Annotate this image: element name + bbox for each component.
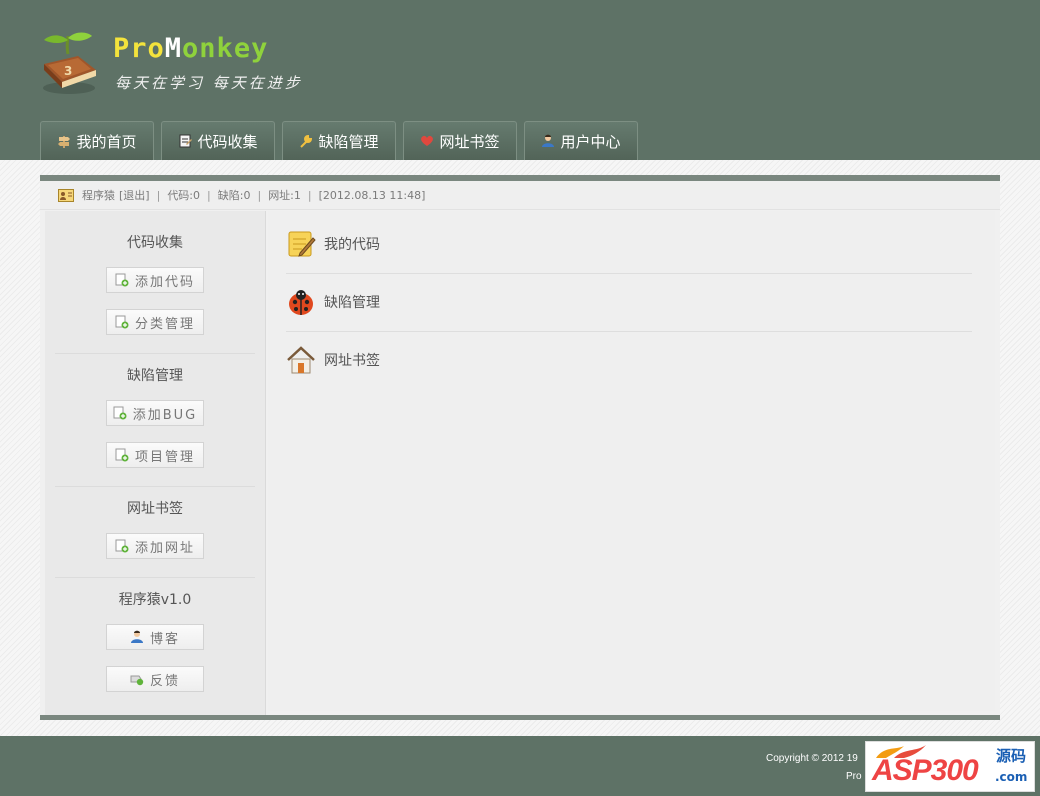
sidebar-section-about: 程序猿v1.0 博客 反馈 bbox=[45, 578, 265, 692]
add-code-label: 添加代码 bbox=[134, 274, 195, 290]
ladybug-icon bbox=[286, 287, 316, 317]
feedback-button[interactable]: 反馈 bbox=[106, 666, 204, 692]
tab-home[interactable]: 我的首页 bbox=[40, 121, 154, 160]
panel-bottom-rule bbox=[40, 715, 1000, 720]
book-sprout-logo-icon: 3 bbox=[43, 32, 96, 94]
sidebar-section-bugs: 缺陷管理 添加BUG 项目管理 bbox=[45, 354, 265, 487]
blog-button[interactable]: 博客 bbox=[106, 624, 204, 650]
status-bar: 程序猿 [退出] | 代码:0 | 缺陷:0 | 网址:1 | [2012.08… bbox=[40, 181, 1000, 210]
sidebar-section-code: 代码收集 添加代码 分类管理 bbox=[45, 211, 265, 354]
user-icon bbox=[541, 134, 555, 148]
id-card-icon bbox=[58, 188, 74, 202]
project-manage-button[interactable]: 项目管理 bbox=[106, 442, 204, 468]
sidebar-section-title: 程序猿v1.0 bbox=[118, 592, 192, 608]
status-bug-count: 缺陷:0 bbox=[217, 189, 251, 202]
app-title-part3: onkey bbox=[182, 33, 269, 64]
category-manage-label: 分类管理 bbox=[134, 316, 195, 332]
tab-bookmarks[interactable]: 网址书签 bbox=[403, 121, 517, 160]
tab-bookmarks-label: 网址书签 bbox=[439, 132, 500, 151]
notepad-icon bbox=[178, 134, 193, 148]
add-bug-label: 添加BUG bbox=[132, 407, 198, 423]
status-datetime: [2012.08.13 11:48] bbox=[318, 188, 426, 202]
app-title-part1: Pro bbox=[113, 33, 165, 64]
watermark-brand: ASP300 bbox=[872, 754, 979, 787]
watermark-domain: .com bbox=[995, 770, 1028, 784]
add-doc-icon bbox=[115, 273, 129, 287]
status-separator: | bbox=[307, 188, 312, 202]
app-slogan: 每天在学习 每天在进步 bbox=[115, 74, 303, 92]
svg-text:3: 3 bbox=[64, 64, 72, 78]
add-doc-icon bbox=[115, 315, 129, 329]
my-code-link[interactable]: 我的代码 bbox=[286, 215, 972, 273]
asp300-watermark: ASP300 源码 .com bbox=[865, 741, 1035, 792]
sidebar-section-title: 缺陷管理 bbox=[127, 368, 183, 384]
tab-code[interactable]: 代码收集 bbox=[161, 121, 275, 160]
sidebar-section-title: 网址书签 bbox=[127, 501, 183, 517]
feedback-icon bbox=[130, 672, 144, 686]
category-manage-button[interactable]: 分类管理 bbox=[106, 309, 204, 335]
heart-icon bbox=[420, 134, 434, 148]
add-doc-icon bbox=[113, 406, 127, 420]
add-url-button[interactable]: 添加网址 bbox=[106, 533, 204, 559]
add-code-button[interactable]: 添加代码 bbox=[106, 267, 204, 293]
house-icon bbox=[286, 345, 316, 375]
pencil-note-icon bbox=[286, 229, 316, 259]
add-bug-button[interactable]: 添加BUG bbox=[106, 400, 204, 426]
add-url-label: 添加网址 bbox=[134, 540, 195, 556]
main-nav: 我的首页 代码收集 缺陷管理 网址书签 用户中心 bbox=[40, 121, 645, 160]
app-title: ProMonkey bbox=[113, 34, 268, 64]
add-doc-icon bbox=[115, 539, 129, 553]
copyright-text: Copyright © 2012 19 bbox=[766, 753, 858, 764]
bug-manage-link[interactable]: 缺陷管理 bbox=[286, 273, 972, 331]
header: 3 ProMonkey 每天在学习 每天在进步 我的首页 代码收集 缺陷管理 网… bbox=[0, 0, 1040, 160]
logout-link[interactable]: [退出] bbox=[119, 187, 150, 203]
sidebar-section-title: 代码收集 bbox=[127, 235, 183, 251]
tab-code-label: 代码收集 bbox=[197, 132, 258, 151]
watermark-cn: 源码 bbox=[996, 747, 1027, 765]
bookmarks-label: 网址书签 bbox=[324, 353, 380, 369]
status-code-count: 代码:0 bbox=[167, 189, 201, 202]
tab-bugs[interactable]: 缺陷管理 bbox=[282, 121, 396, 160]
sidebar-section-bookmarks: 网址书签 添加网址 bbox=[45, 487, 265, 578]
bookmarks-link[interactable]: 网址书签 bbox=[286, 331, 972, 389]
status-separator: | bbox=[207, 188, 211, 202]
sidebar: 代码收集 添加代码 分类管理 缺陷管理 添加BUG 项目管理 网址书签 添加网址… bbox=[45, 211, 266, 715]
status-url-count: 网址:1 bbox=[268, 189, 301, 202]
tab-bugs-label: 缺陷管理 bbox=[318, 132, 379, 151]
status-username: 程序猿 bbox=[82, 189, 115, 202]
content-area: 我的代码 缺陷管理 网址书签 bbox=[268, 211, 995, 711]
status-separator: | bbox=[257, 188, 262, 202]
blog-label: 博客 bbox=[149, 631, 180, 647]
add-doc-icon bbox=[115, 448, 129, 462]
tab-user-center[interactable]: 用户中心 bbox=[524, 121, 638, 160]
status-separator: | bbox=[156, 188, 161, 202]
wrench-icon bbox=[299, 134, 313, 148]
person-icon bbox=[130, 630, 144, 644]
signpost-icon bbox=[57, 134, 71, 148]
app-title-part2: M bbox=[164, 33, 183, 64]
main-panel: 程序猿 [退出] | 代码:0 | 缺陷:0 | 网址:1 | [2012.08… bbox=[40, 175, 1000, 720]
footer-line2: Pro bbox=[846, 771, 862, 782]
bug-manage-label: 缺陷管理 bbox=[324, 295, 380, 311]
tab-home-label: 我的首页 bbox=[76, 132, 137, 151]
project-manage-label: 项目管理 bbox=[134, 449, 195, 465]
my-code-label: 我的代码 bbox=[324, 237, 380, 253]
tab-user-center-label: 用户中心 bbox=[560, 132, 621, 151]
feedback-label: 反馈 bbox=[149, 673, 180, 689]
